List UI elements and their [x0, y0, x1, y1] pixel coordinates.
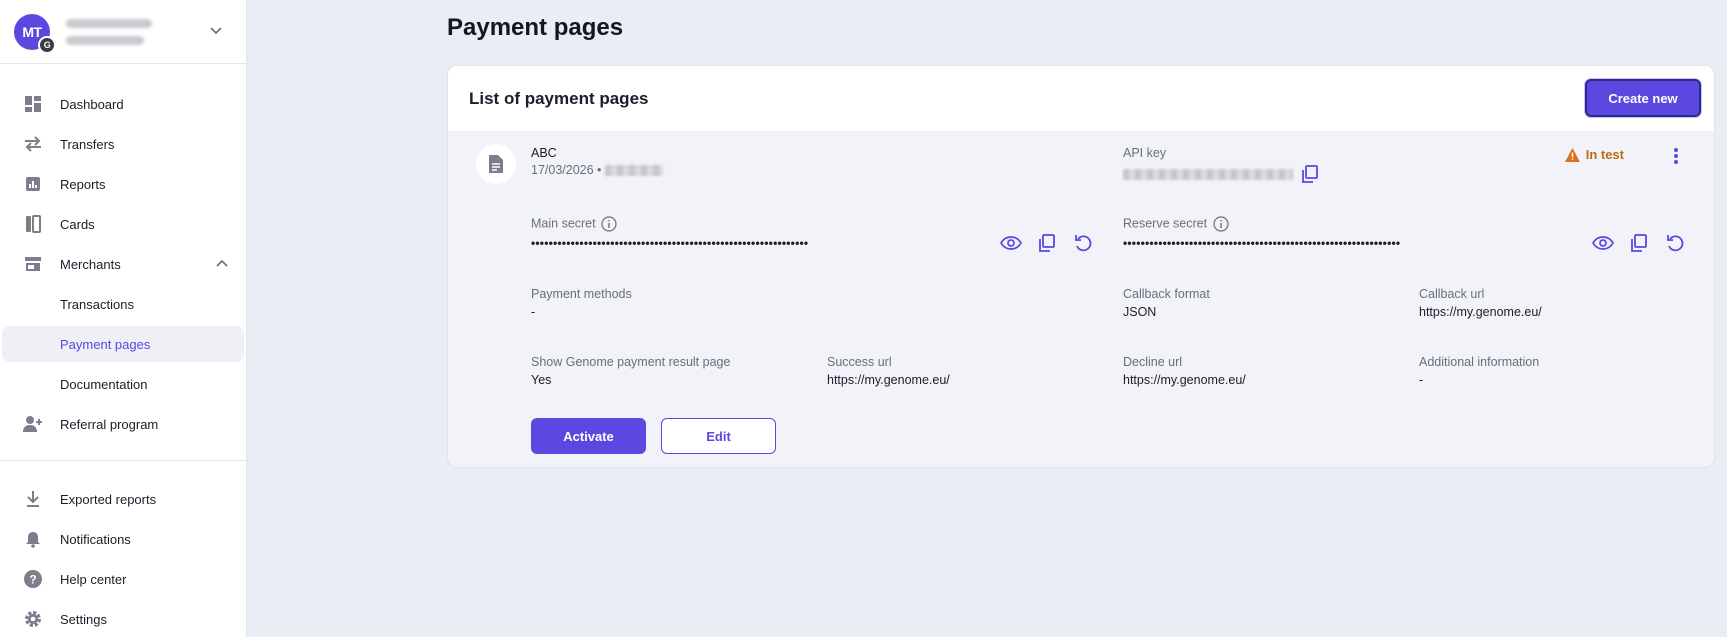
status-badge: In test	[1564, 147, 1624, 162]
copy-api-key-icon[interactable]	[1298, 162, 1322, 186]
api-key-label: API key	[1123, 146, 1167, 160]
page-title: Payment pages	[447, 14, 624, 41]
api-key-value-redacted	[1123, 166, 1293, 184]
add-user-icon	[22, 413, 44, 435]
callback-url-label: Callback url	[1419, 287, 1485, 301]
edit-button[interactable]: Edit	[661, 418, 776, 454]
info-icon[interactable]	[1212, 216, 1229, 232]
decline-url-label: Decline url	[1123, 355, 1183, 369]
sidebar-item-exported-reports[interactable]: Exported reports	[2, 481, 244, 517]
additional-info-label: Additional information	[1419, 355, 1540, 369]
callback-format-label: Callback format	[1123, 287, 1210, 301]
cards-icon	[22, 213, 44, 235]
sidebar-item-reports[interactable]: Reports	[2, 166, 244, 202]
main-secret-label-row: Main secret	[531, 216, 617, 232]
account-name-redacted	[66, 18, 152, 45]
payment-methods-value: -	[531, 305, 536, 319]
activate-button[interactable]: Activate	[531, 418, 646, 454]
sidebar-item-payment-pages[interactable]: Payment pages	[2, 326, 244, 362]
callback-format-value: JSON	[1123, 305, 1157, 319]
sidebar-item-transactions[interactable]: Transactions	[2, 286, 244, 322]
info-icon[interactable]	[601, 216, 617, 232]
reserve-secret-value: ••••••••••••••••••••••••••••••••••••••••…	[1123, 236, 1401, 250]
sidebar-item-label: Referral program	[60, 416, 159, 432]
sidebar-nav: Dashboard Transfers Reports Cards Mercha…	[0, 64, 246, 637]
sidebar-item-label: Merchants	[60, 256, 121, 272]
main-secret-value: ••••••••••••••••••••••••••••••••••••••••…	[531, 236, 809, 250]
copy-icon[interactable]	[1627, 231, 1651, 255]
account-switcher[interactable]: MT G	[0, 0, 246, 64]
sidebar-item-transfers[interactable]: Transfers	[2, 126, 244, 162]
sidebar-item-referral-program[interactable]: Referral program	[2, 406, 244, 442]
sidebar-item-label: Transactions	[60, 296, 134, 312]
sidebar-item-label: Exported reports	[60, 491, 157, 507]
chevron-down-icon[interactable]	[208, 22, 224, 38]
create-new-button[interactable]: Create new	[1585, 79, 1701, 117]
document-icon	[476, 144, 516, 184]
avatar: MT G	[14, 13, 56, 54]
show-result-page-value: Yes	[531, 373, 552, 387]
reports-icon	[22, 173, 44, 195]
sidebar-item-label: Payment pages	[60, 336, 151, 352]
chevron-up-icon	[216, 259, 228, 267]
payment-methods-label: Payment methods	[531, 287, 632, 301]
more-menu-icon[interactable]	[1664, 144, 1688, 168]
main-secret-label: Main secret	[531, 216, 596, 231]
success-url-label: Success url	[827, 355, 892, 369]
sidebar-item-label: Transfers	[60, 136, 115, 152]
sidebar-item-label: Reports	[60, 176, 106, 192]
svg-text:?: ?	[29, 573, 36, 587]
card-title: List of payment pages	[469, 88, 649, 108]
redacted-value	[604, 165, 663, 177]
sidebar-item-notifications[interactable]: Notifications	[2, 521, 244, 557]
regenerate-icon[interactable]	[1071, 231, 1095, 255]
copy-icon[interactable]	[1035, 231, 1059, 255]
eye-icon[interactable]	[999, 231, 1023, 255]
card-header: List of payment pages Create new	[448, 66, 1714, 131]
store-icon	[22, 253, 44, 275]
sidebar: MT G Dashboard Transfers Reports Cards M…	[0, 0, 247, 637]
sidebar-item-label: Help center	[60, 571, 127, 587]
payment-page-date-row: 17/03/2026 •	[531, 163, 663, 177]
sidebar-item-label: Documentation	[60, 376, 148, 392]
sidebar-item-documentation[interactable]: Documentation	[2, 366, 244, 402]
gear-icon	[22, 608, 44, 630]
reserve-secret-label-row: Reserve secret	[1123, 216, 1229, 232]
sidebar-item-settings[interactable]: Settings	[2, 601, 244, 637]
success-url-value: https://my.genome.eu/	[827, 373, 950, 387]
payment-page-date: 17/03/2026 •	[531, 163, 602, 177]
sidebar-item-merchants[interactable]: Merchants	[2, 246, 244, 282]
eye-icon[interactable]	[1591, 231, 1615, 255]
payment-page-name: ABC	[531, 146, 557, 160]
sidebar-item-dashboard[interactable]: Dashboard	[2, 86, 244, 122]
avatar-initials: MT	[22, 23, 42, 40]
show-result-page-label: Show Genome payment result page	[531, 355, 731, 369]
sidebar-item-label: Cards	[60, 216, 95, 232]
payment-pages-card: List of payment pages Create new ABC 17/…	[447, 65, 1715, 468]
sidebar-item-label: Notifications	[60, 531, 131, 547]
status-text: In test	[1585, 147, 1624, 162]
sidebar-item-help-center[interactable]: ? Help center	[2, 561, 244, 597]
bell-icon	[22, 528, 44, 550]
sidebar-item-cards[interactable]: Cards	[2, 206, 244, 242]
reserve-secret-label: Reserve secret	[1123, 216, 1208, 231]
dashboard-icon	[22, 93, 44, 115]
additional-info-value: -	[1419, 373, 1424, 387]
decline-url-value: https://my.genome.eu/	[1123, 373, 1246, 387]
warning-icon	[1564, 147, 1580, 162]
sidebar-item-label: Settings	[60, 611, 107, 627]
transfers-icon	[22, 133, 44, 155]
sidebar-divider	[0, 460, 246, 461]
help-icon: ?	[22, 568, 44, 590]
sidebar-item-label: Dashboard	[60, 96, 124, 112]
regenerate-icon[interactable]	[1663, 231, 1687, 255]
callback-url-value: https://my.genome.eu/	[1419, 305, 1542, 319]
avatar-badge: G	[38, 35, 56, 54]
download-icon	[22, 488, 44, 510]
